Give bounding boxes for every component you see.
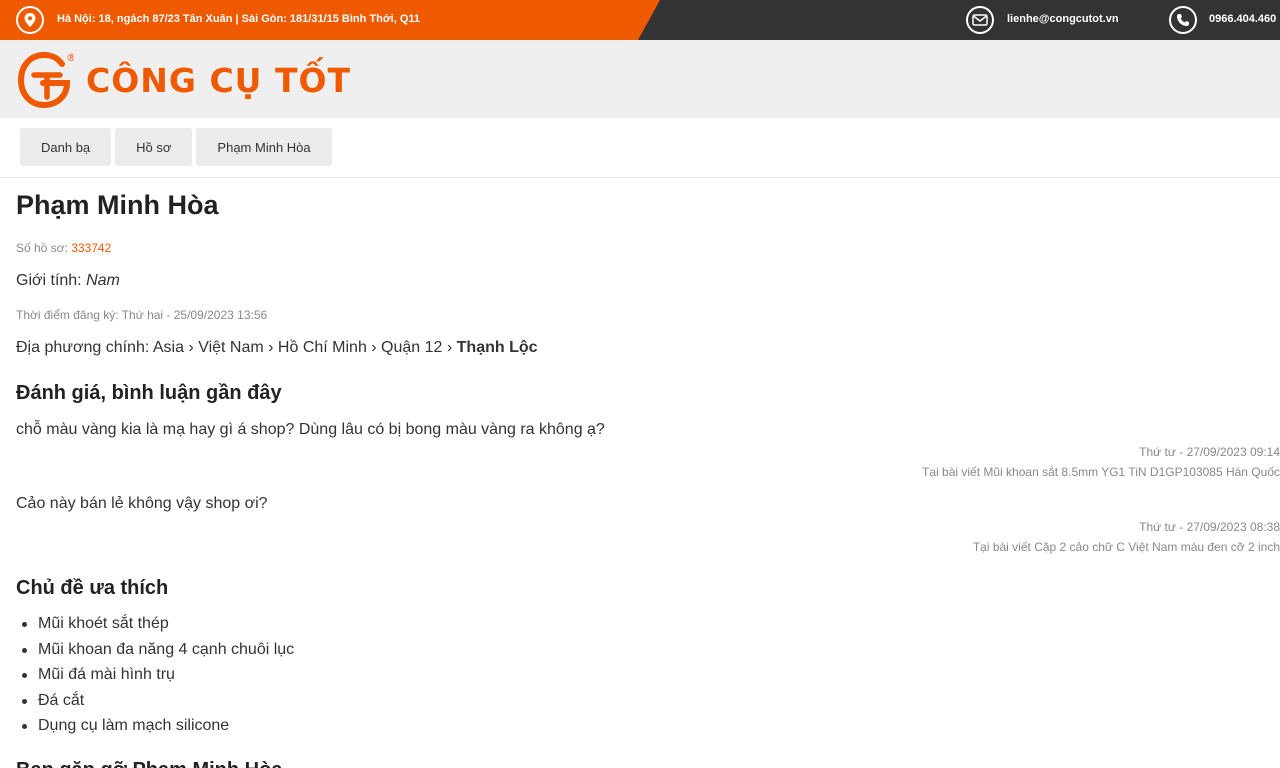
list-item[interactable]: Mũi khoét sắt thép xyxy=(21,614,294,640)
breadcrumb-item-current[interactable]: Phạm Minh Hòa xyxy=(196,128,332,166)
email-link[interactable]: lienhe@congcutot.vn xyxy=(1007,13,1119,25)
gender-label: Giới tính: xyxy=(16,272,87,289)
address-text: Hà Nội: 18, ngách 87/23 Tân Xuân | Sài G… xyxy=(57,13,421,25)
gender-value: Nam xyxy=(86,272,120,289)
registration-time: Thời điểm đăng ký: Thứ hai - 25/09/2023 … xyxy=(16,308,268,322)
list-item[interactable]: Mũi khoan đa năng 4 cạnh chuôi lục xyxy=(21,640,294,666)
review-text: Cảo này bán lẻ không vậy shop ơi? xyxy=(16,495,268,512)
breadcrumb-item-profiles[interactable]: Hồ sơ xyxy=(115,128,193,166)
list-item[interactable]: Đá cắt xyxy=(21,691,294,717)
encounters-section-title: Bạn gặp gỡ Phạm Minh Hòa xyxy=(16,759,282,768)
breadcrumb-item-directory[interactable]: Danh bạ xyxy=(20,128,112,166)
profile-id-label: Số hồ sơ: xyxy=(16,241,72,255)
location-row: Địa phương chính: Asia › Việt Nam › Hồ C… xyxy=(16,339,538,357)
gender-row: Giới tính: Nam xyxy=(16,272,120,290)
location-pin-icon xyxy=(16,6,44,34)
review-post-link[interactable]: Tại bài viết Cặp 2 cảo chữ C Việt Nam mà… xyxy=(973,540,1280,554)
top-contact-bar: Hà Nội: 18, ngách 87/23 Tân Xuân | Sài G… xyxy=(0,0,1280,40)
favorites-section-title: Chủ đề ưa thích xyxy=(16,577,169,599)
review-text: chỗ màu vàng kia là mạ hay gì á shop? Dù… xyxy=(16,421,605,438)
list-item[interactable]: Dụng cụ làm mạch silicone xyxy=(21,716,294,742)
reviews-section-title: Đánh giá, bình luận gần đây xyxy=(16,382,282,404)
profile-id: Số hồ sơ: 333742 xyxy=(16,241,111,255)
review-time: Thứ tư - 27/09/2023 09:14 xyxy=(1139,445,1280,459)
page-title: Phạm Minh Hòa xyxy=(16,190,219,220)
favorites-list: Mũi khoét sắt thép Mũi khoan đa năng 4 c… xyxy=(21,614,294,742)
site-header: ® CÔNG CỤ TỐT xyxy=(0,40,1280,118)
email-icon[interactable] xyxy=(966,6,994,34)
breadcrumb: Danh bạ Hồ sơ Phạm Minh Hòa xyxy=(20,128,336,166)
registered-mark: ® xyxy=(66,51,74,64)
phone-icon[interactable] xyxy=(1169,6,1197,34)
logo-text: CÔNG CỤ TỐT xyxy=(86,60,352,100)
profile-id-value: 333742 xyxy=(71,241,112,255)
site-logo[interactable]: ® CÔNG CỤ TỐT xyxy=(16,50,351,110)
header-divider xyxy=(0,177,1280,178)
logo-mark-icon: ® xyxy=(17,51,74,109)
review-post-link[interactable]: Tại bài viết Mũi khoan sắt 8.5mm YG1 TiN… xyxy=(922,465,1280,479)
location-last: Thạnh Lộc xyxy=(456,339,538,356)
list-item[interactable]: Mũi đá mài hình trụ xyxy=(21,665,294,691)
review-time: Thứ tư - 27/09/2023 08:38 xyxy=(1139,520,1280,534)
phone-number[interactable]: 0966.404.460 xyxy=(1209,13,1276,25)
location-path: Địa phương chính: Asia › Việt Nam › Hồ C… xyxy=(16,339,457,356)
